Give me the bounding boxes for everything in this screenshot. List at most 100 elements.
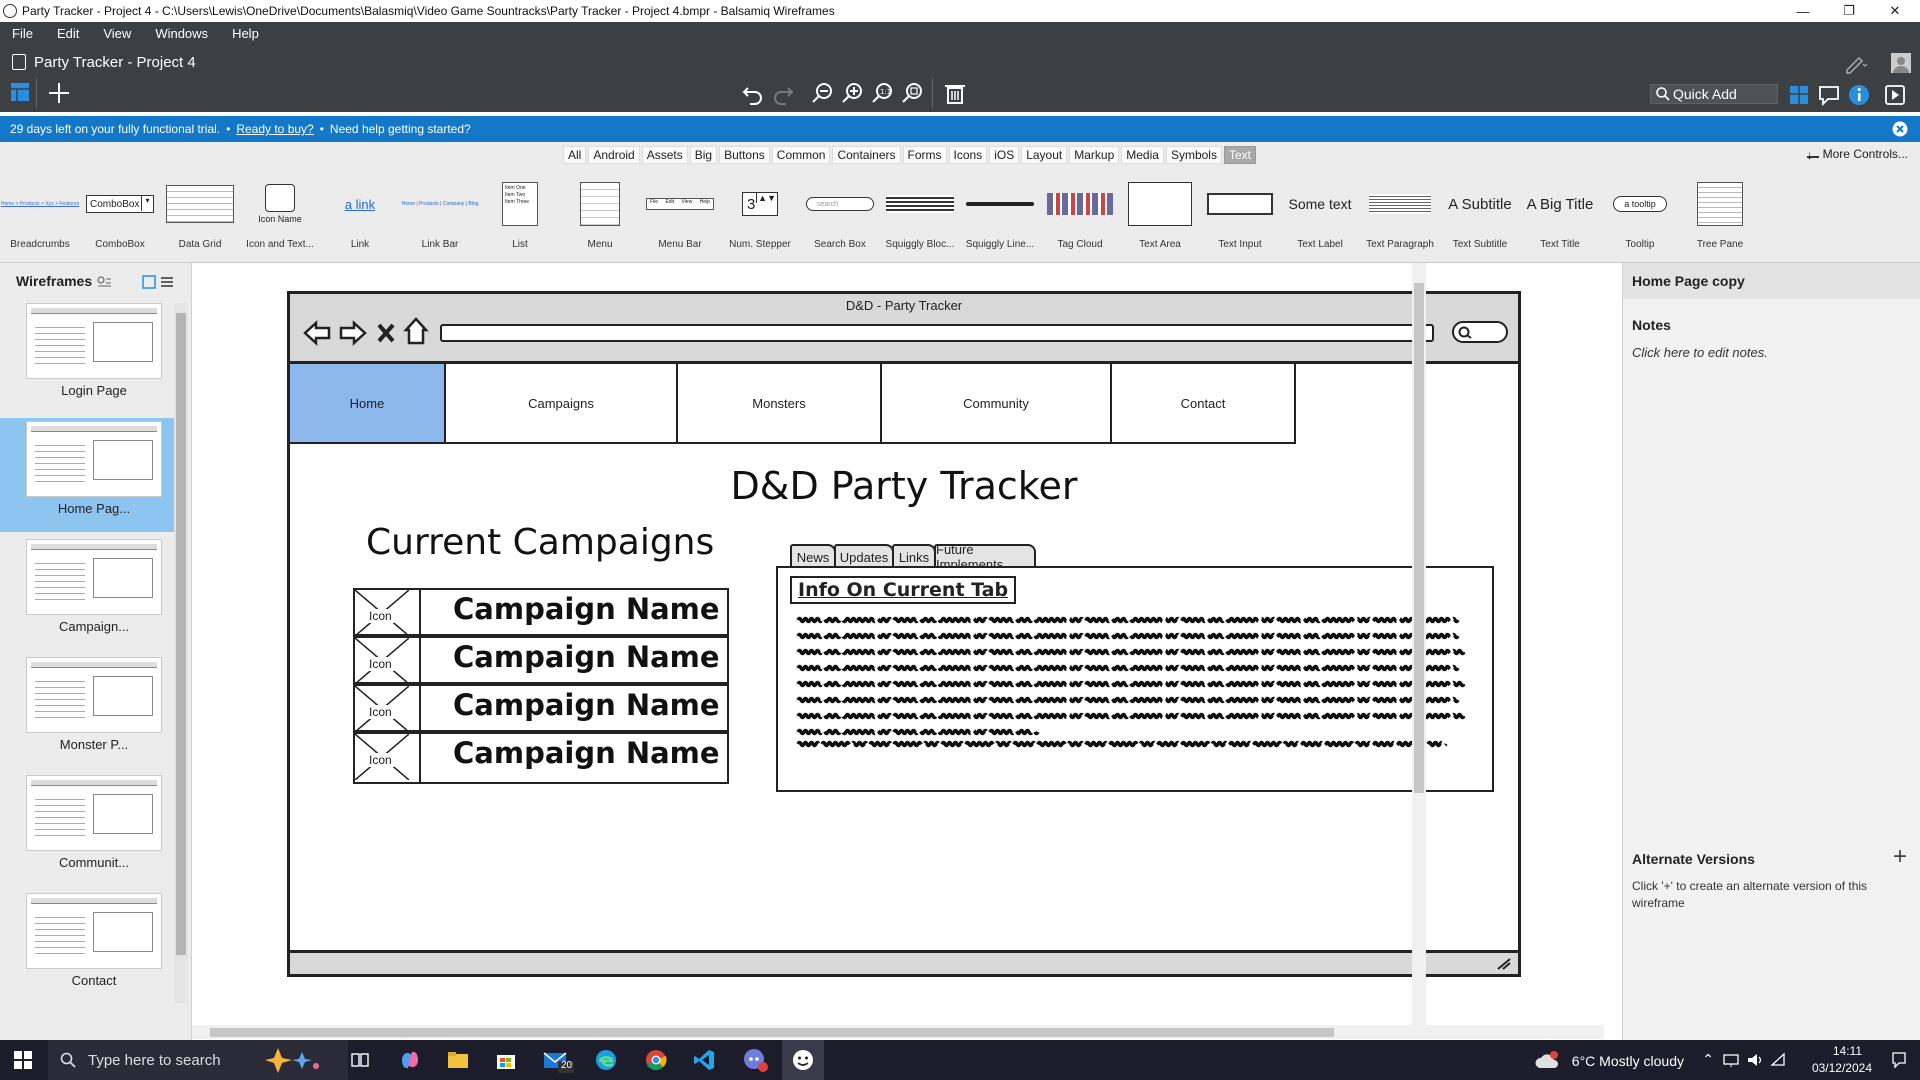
present-icon[interactable] [1882, 82, 1908, 108]
page-thumbnail[interactable]: Communit... [26, 775, 162, 871]
library-tab-text[interactable]: Text [1223, 146, 1256, 164]
canvas-vertical-scrollbar[interactable] [1412, 263, 1426, 1025]
library-tab-assets[interactable]: Assets [641, 146, 688, 164]
library-item-text-area[interactable]: Text Area [1120, 167, 1200, 263]
quick-add-input[interactable]: Quick Add [1650, 84, 1778, 104]
campaign-row[interactable]: Icon Campaign Name [353, 732, 729, 784]
campaign-row[interactable]: Icon Campaign Name [353, 588, 729, 636]
windows-start-icon[interactable] [14, 1051, 32, 1069]
library-item-text-title[interactable]: A Big Title Text Title [1520, 167, 1600, 263]
help-getting-started-link[interactable]: Need help getting started? [330, 122, 471, 136]
scrollbar-thumb[interactable] [176, 313, 186, 955]
info-tab-news[interactable]: News [790, 544, 836, 568]
page-thumbnail[interactable]: Campaign... [26, 539, 162, 635]
library-tab-media[interactable]: Media [1121, 146, 1164, 164]
nav-tab-monsters[interactable]: Monsters [678, 364, 882, 444]
zoom-out-icon[interactable] [810, 80, 836, 106]
more-controls-button[interactable]: ↓ More Controls... [1806, 147, 1908, 162]
library-item-squiggly-bloc[interactable]: Squiggly Bloc... [880, 167, 960, 263]
library-item-list[interactable]: Item One Item Two Item Three List [480, 167, 560, 263]
taskbar-search-box[interactable]: Type here to search [48, 1040, 348, 1080]
microsoft-store-icon[interactable] [494, 1048, 518, 1072]
wireframes-scrollbar[interactable] [174, 303, 188, 1003]
undo-icon[interactable] [740, 80, 766, 106]
copilot-icon[interactable] [398, 1048, 422, 1072]
page-thumbnail[interactable]: Home Pag... [26, 421, 162, 517]
file-explorer-icon[interactable] [446, 1048, 470, 1072]
vscode-icon[interactable] [692, 1048, 716, 1072]
library-tab-containers[interactable]: Containers [832, 146, 901, 164]
library-item-link[interactable]: a link Link [320, 167, 400, 263]
library-tab-all[interactable]: All [563, 146, 587, 164]
library-item-squiggly-line[interactable]: Squiggly Line... [960, 167, 1040, 263]
weather-text[interactable]: 6°C Mostly cloudy [1572, 1053, 1684, 1069]
library-tab-big[interactable]: Big [689, 146, 718, 164]
page-thumbnail[interactable]: Login Page [26, 303, 162, 399]
library-tab-markup[interactable]: Markup [1069, 146, 1120, 164]
page-thumbnail[interactable]: Contact [26, 893, 162, 989]
library-tab-common[interactable]: Common [771, 146, 831, 164]
chrome-browser-icon[interactable] [644, 1048, 668, 1072]
library-item-breadcrumbs[interactable]: Home > Products > Xyz > Features Breadcru… [0, 167, 80, 263]
show-hidden-icons-icon[interactable]: ⌃ [1702, 1051, 1714, 1068]
menu-file[interactable]: File [12, 26, 33, 41]
delete-trash-icon[interactable] [942, 80, 968, 106]
info-icon[interactable] [1846, 82, 1872, 108]
page-thumbnail[interactable]: Monster P... [26, 657, 162, 753]
wifi-icon[interactable] [1770, 1052, 1788, 1068]
library-tab-forms[interactable]: Forms [902, 146, 947, 164]
minimize-button[interactable]: — [1780, 0, 1826, 22]
library-tab-symbols[interactable]: Symbols [1165, 146, 1222, 164]
library-item-menu-bar[interactable]: File Edit View Help Menu Bar [640, 167, 720, 263]
actual-size-icon[interactable]: 1:1 [870, 80, 896, 106]
notes-editor[interactable]: Click here to edit notes. [1632, 345, 1768, 360]
edit-pencil-icon[interactable] [1842, 50, 1868, 76]
clock-time[interactable]: 14:11 [1833, 1044, 1862, 1058]
library-item-combobox[interactable]: ComboBox ▾ ComboBox [80, 167, 160, 263]
info-tab-future-implements[interactable]: Future Implements [934, 542, 1036, 572]
library-item-text-paragraph[interactable]: Text Paragraph [1360, 167, 1440, 263]
menu-edit[interactable]: Edit [57, 26, 79, 41]
library-item-text-subtitle[interactable]: A Subtitle Text Subtitle [1440, 167, 1520, 263]
list-view-icon[interactable] [160, 275, 174, 289]
add-alternate-version-button[interactable]: + [1893, 843, 1907, 871]
library-item-icon-and-text[interactable]: Icon Name Icon and Text... [240, 167, 320, 263]
library-item-tree-pane[interactable]: Tree Pane [1680, 167, 1760, 263]
library-item-tag-cloud[interactable]: Tag Cloud [1040, 167, 1120, 263]
close-button[interactable]: ✕ [1872, 0, 1918, 22]
library-item-text-input[interactable]: Text Input [1200, 167, 1280, 263]
redo-icon[interactable] [770, 80, 796, 106]
library-item-num-stepper[interactable]: 3 ▲▼ Num. Stepper [720, 167, 800, 263]
library-item-menu[interactable]: Menu [560, 167, 640, 263]
balsamiq-taskbar-button[interactable] [782, 1040, 824, 1080]
library-tab-icons[interactable]: Icons [948, 146, 988, 164]
weather-cloud-icon[interactable] [1534, 1050, 1560, 1072]
layout-view-icon[interactable] [1786, 82, 1812, 108]
wireframes-panel-icon[interactable] [8, 80, 34, 106]
close-banner-icon[interactable] [1892, 121, 1908, 137]
scrollbar-thumb[interactable] [1414, 283, 1424, 793]
library-tab-ios[interactable]: iOS [989, 146, 1020, 164]
notifications-icon[interactable] [1890, 1051, 1908, 1069]
library-item-data-grid[interactable]: Data Grid [160, 167, 240, 263]
task-view-icon[interactable] [350, 1050, 370, 1070]
menu-view[interactable]: View [103, 26, 131, 41]
info-tab-links[interactable]: Links [892, 544, 936, 568]
selected-page-name[interactable]: Home Page copy [1632, 273, 1745, 289]
library-item-tooltip[interactable]: a tooltip Tooltip [1600, 167, 1680, 263]
menu-windows[interactable]: Windows [155, 26, 208, 41]
library-tab-android[interactable]: Android [588, 146, 640, 164]
nav-tab-home[interactable]: Home [290, 364, 446, 444]
user-avatar-icon[interactable] [1888, 50, 1914, 76]
canvas-horizontal-scrollbar[interactable] [192, 1025, 1604, 1039]
library-item-search-box[interactable]: search Search Box [800, 167, 880, 263]
thumbnail-view-icon[interactable] [142, 275, 156, 289]
edge-browser-icon[interactable] [594, 1048, 618, 1072]
library-item-link-bar[interactable]: Home | Products | Company | Blog Link Bar [400, 167, 480, 263]
scrollbar-thumb[interactable] [210, 1028, 1334, 1037]
add-wireframe-icon[interactable] [46, 80, 72, 106]
editing-canvas[interactable]: D&D - Party Tracker Home Campaigns Monster… [192, 263, 1604, 1040]
campaign-row[interactable]: Icon Campaign Name [353, 636, 729, 684]
sort-pages-icon[interactable] [96, 275, 112, 289]
discord-icon[interactable] [742, 1046, 770, 1074]
